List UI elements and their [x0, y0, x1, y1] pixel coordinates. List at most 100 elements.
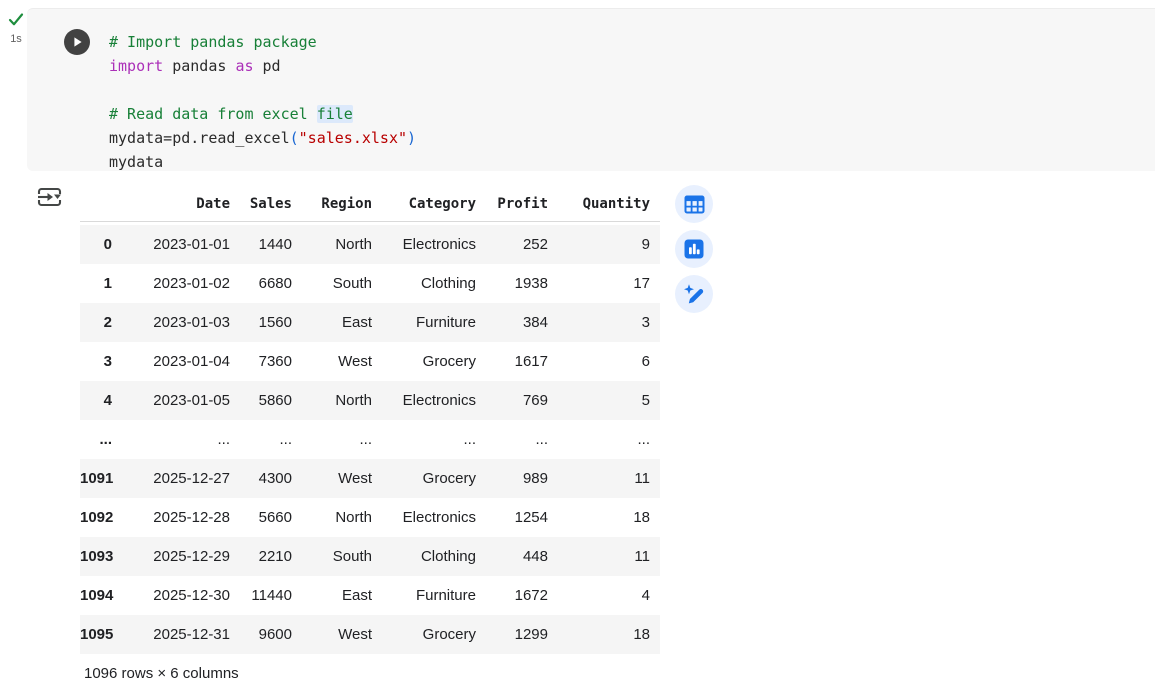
table-cell: 448	[486, 537, 558, 576]
check-icon	[7, 12, 25, 27]
table-row: 22023-01-031560EastFurniture3843	[80, 303, 660, 342]
table-cell: 11	[558, 537, 660, 576]
table-cell: 989	[486, 459, 558, 498]
table-cell: Electronics	[382, 498, 486, 537]
table-cell: West	[302, 459, 382, 498]
code-line: import pandas as pd	[109, 54, 416, 78]
column-header: Date	[122, 188, 240, 221]
table-cell: 769	[486, 381, 558, 420]
table-cell: 1440	[240, 225, 302, 264]
table-cell: West	[302, 615, 382, 654]
output-options-button[interactable]	[36, 185, 66, 211]
table-cell: North	[302, 381, 382, 420]
table-row: 10922025-12-285660NorthElectronics125418	[80, 498, 660, 537]
table-cell: 2023-01-04	[122, 342, 240, 381]
table-cell: Electronics	[382, 381, 486, 420]
row-index: 1094	[80, 576, 122, 615]
table-cell: Grocery	[382, 615, 486, 654]
code-line: # Import pandas package	[109, 30, 416, 54]
generate-code-button[interactable]	[675, 275, 713, 313]
interactive-table-button[interactable]	[675, 185, 713, 223]
table-cell: 252	[486, 225, 558, 264]
table-cell: 3	[558, 303, 660, 342]
table-cell: 2025-12-30	[122, 576, 240, 615]
table-cell: 9600	[240, 615, 302, 654]
table-cell: West	[302, 342, 382, 381]
table-cell: 11	[558, 459, 660, 498]
table-cell: 7360	[240, 342, 302, 381]
table-cell: North	[302, 225, 382, 264]
table-cell: 5660	[240, 498, 302, 537]
table-cell: 1254	[486, 498, 558, 537]
generate-code-icon	[682, 282, 706, 306]
row-index: 1	[80, 264, 122, 303]
row-index: 4	[80, 381, 122, 420]
table-cell: 4	[558, 576, 660, 615]
table-body: 02023-01-011440NorthElectronics252912023…	[80, 221, 660, 654]
code-line: mydata=pd.read_excel("sales.xlsx")	[109, 126, 416, 150]
table-cell: Furniture	[382, 576, 486, 615]
table-cell: 1672	[486, 576, 558, 615]
table-cell: ...	[122, 420, 240, 459]
table-cell: Furniture	[382, 303, 486, 342]
table-cell: Electronics	[382, 225, 486, 264]
code-line: mydata	[109, 150, 416, 174]
table-row: 10942025-12-3011440EastFurniture16724	[80, 576, 660, 615]
table-cell: Clothing	[382, 264, 486, 303]
row-index: 2	[80, 303, 122, 342]
row-index: 1091	[80, 459, 122, 498]
interactive-table-icon	[683, 193, 706, 216]
table-cell: 2023-01-02	[122, 264, 240, 303]
table-cell: Grocery	[382, 459, 486, 498]
run-cell-button[interactable]	[64, 29, 90, 55]
table-cell: 2023-01-01	[122, 225, 240, 264]
column-header: Category	[382, 188, 486, 221]
table-cell: 2023-01-05	[122, 381, 240, 420]
table-header: DateSalesRegionCategoryProfitQuantity	[80, 188, 660, 221]
table-cell: 5	[558, 381, 660, 420]
column-header: Quantity	[558, 188, 660, 221]
table-cell: 9	[558, 225, 660, 264]
table-cell: 1299	[486, 615, 558, 654]
row-index: ...	[80, 420, 122, 459]
row-index: 3	[80, 342, 122, 381]
table-cell: 6680	[240, 264, 302, 303]
table-cell: East	[302, 576, 382, 615]
column-header: Region	[302, 188, 382, 221]
table-cell: 2025-12-28	[122, 498, 240, 537]
play-icon	[70, 35, 84, 49]
table-row: 12023-01-026680SouthClothing193817	[80, 264, 660, 303]
table-cell: ...	[302, 420, 382, 459]
table-row: 02023-01-011440NorthElectronics2529	[80, 225, 660, 264]
row-index: 1092	[80, 498, 122, 537]
header-row: DateSalesRegionCategoryProfitQuantity	[80, 188, 660, 221]
output-toolbar	[675, 185, 713, 313]
execution-time: 1s	[4, 33, 28, 45]
table-cell: South	[302, 537, 382, 576]
dataframe-output: DateSalesRegionCategoryProfitQuantity 02…	[80, 188, 660, 654]
suggest-charts-button[interactable]	[675, 230, 713, 268]
table-cell: South	[302, 264, 382, 303]
table-cell: 2023-01-03	[122, 303, 240, 342]
row-index: 0	[80, 225, 122, 264]
table-cell: 18	[558, 498, 660, 537]
table-cell: 17	[558, 264, 660, 303]
table-cell: North	[302, 498, 382, 537]
table-cell: East	[302, 303, 382, 342]
table-cell: ...	[486, 420, 558, 459]
table-cell: 1938	[486, 264, 558, 303]
table-cell: 2210	[240, 537, 302, 576]
table-cell: 2025-12-31	[122, 615, 240, 654]
row-index: 1093	[80, 537, 122, 576]
table-cell: 1560	[240, 303, 302, 342]
code-editor[interactable]: # Import pandas packageimport pandas as …	[109, 30, 416, 174]
table-row: 10952025-12-319600WestGrocery129918	[80, 615, 660, 654]
table-cell: 2025-12-27	[122, 459, 240, 498]
table-cell: ...	[558, 420, 660, 459]
table-cell: 4300	[240, 459, 302, 498]
table-row: 32023-01-047360WestGrocery16176	[80, 342, 660, 381]
table-cell: 384	[486, 303, 558, 342]
code-line: # Read data from excel file	[109, 102, 416, 126]
table-row: 10912025-12-274300WestGrocery98911	[80, 459, 660, 498]
column-header: Profit	[486, 188, 558, 221]
